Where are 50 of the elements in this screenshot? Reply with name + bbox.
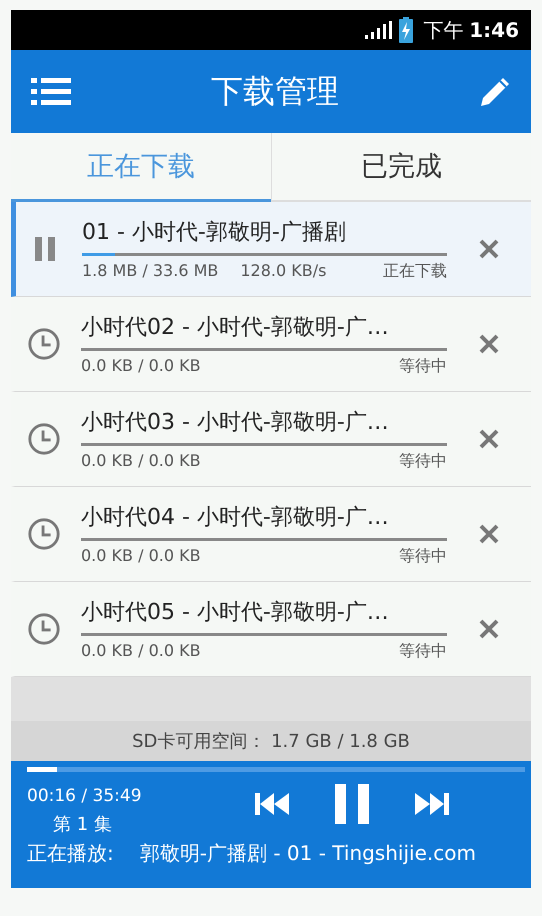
pause-icon [335, 784, 369, 824]
download-title: 01 - 小时代-郭敬明-广播剧 [82, 218, 347, 246]
next-button[interactable] [415, 793, 449, 815]
download-status: 等待中 [399, 546, 447, 566]
status-time-period: 下午 [423, 16, 464, 44]
skip-forward-icon [415, 793, 449, 815]
clock-icon [27, 517, 61, 551]
app-title: 下载管理 [211, 70, 339, 112]
storage-info: SD卡可用空间： 1.7 GB / 1.8 GB [11, 721, 531, 761]
now-playing-title: 郭敬明-广播剧 - 01 - Tingshijie.com [140, 840, 476, 867]
close-icon [479, 239, 499, 259]
download-status: 等待中 [399, 356, 447, 376]
download-item[interactable]: 小时代04 - 小时代-郭敬明-广… 0.0 KB / 0.0 KB 等待中 [11, 487, 531, 582]
now-playing-label: 正在播放: [27, 840, 114, 867]
clock-icon [27, 327, 61, 361]
signal-icon [365, 21, 394, 39]
clock-icon [27, 422, 61, 456]
pause-button[interactable] [335, 784, 369, 824]
download-title: 小时代03 - 小时代-郭敬明-广… [81, 408, 390, 436]
download-size: 0.0 KB / 0.0 KB [81, 546, 201, 566]
download-size: 1.8 MB / 33.6 MB [82, 260, 218, 282]
close-icon [479, 334, 499, 354]
status-time: 1:46 [469, 18, 519, 42]
close-icon [479, 619, 499, 639]
close-icon [479, 524, 499, 544]
close-icon [479, 429, 499, 449]
download-item[interactable]: 小时代03 - 小时代-郭敬明-广… 0.0 KB / 0.0 KB 等待中 [11, 392, 531, 487]
skip-back-icon [255, 793, 289, 815]
download-title: 小时代05 - 小时代-郭敬明-广… [81, 598, 390, 626]
download-title: 小时代04 - 小时代-郭敬明-广… [81, 504, 390, 532]
episode-label: 第 1 集 [53, 813, 113, 836]
previous-button[interactable] [255, 793, 289, 815]
download-size: 0.0 KB / 0.0 KB [81, 450, 201, 472]
download-size: 0.0 KB / 0.0 KB [81, 356, 201, 376]
battery-charging-icon [399, 17, 414, 43]
download-status: 等待中 [399, 450, 447, 472]
download-status: 正在下载 [383, 260, 447, 282]
download-title: 小时代02 - 小时代-郭敬明-广… [81, 314, 390, 342]
menu-button[interactable] [31, 78, 71, 106]
clock-icon [27, 612, 61, 646]
playback-time: 00:16 / 35:49 [27, 786, 143, 806]
download-item[interactable]: 小时代02 - 小时代-郭敬明-广… 0.0 KB / 0.0 KB 等待中 [11, 297, 531, 392]
download-speed: 128.0 KB/s [240, 260, 326, 282]
download-item[interactable]: 01 - 小时代-郭敬明-广播剧 1.8 MB / 33.6 MB 128.0 KB/s 正在下载 [11, 202, 531, 297]
download-size: 0.0 KB / 0.0 KB [81, 640, 201, 662]
menu-icon [31, 78, 71, 106]
edit-button[interactable] [479, 76, 511, 108]
download-status: 等待中 [399, 640, 447, 662]
playback-slider[interactable] [27, 767, 525, 772]
pencil-icon [479, 76, 511, 108]
